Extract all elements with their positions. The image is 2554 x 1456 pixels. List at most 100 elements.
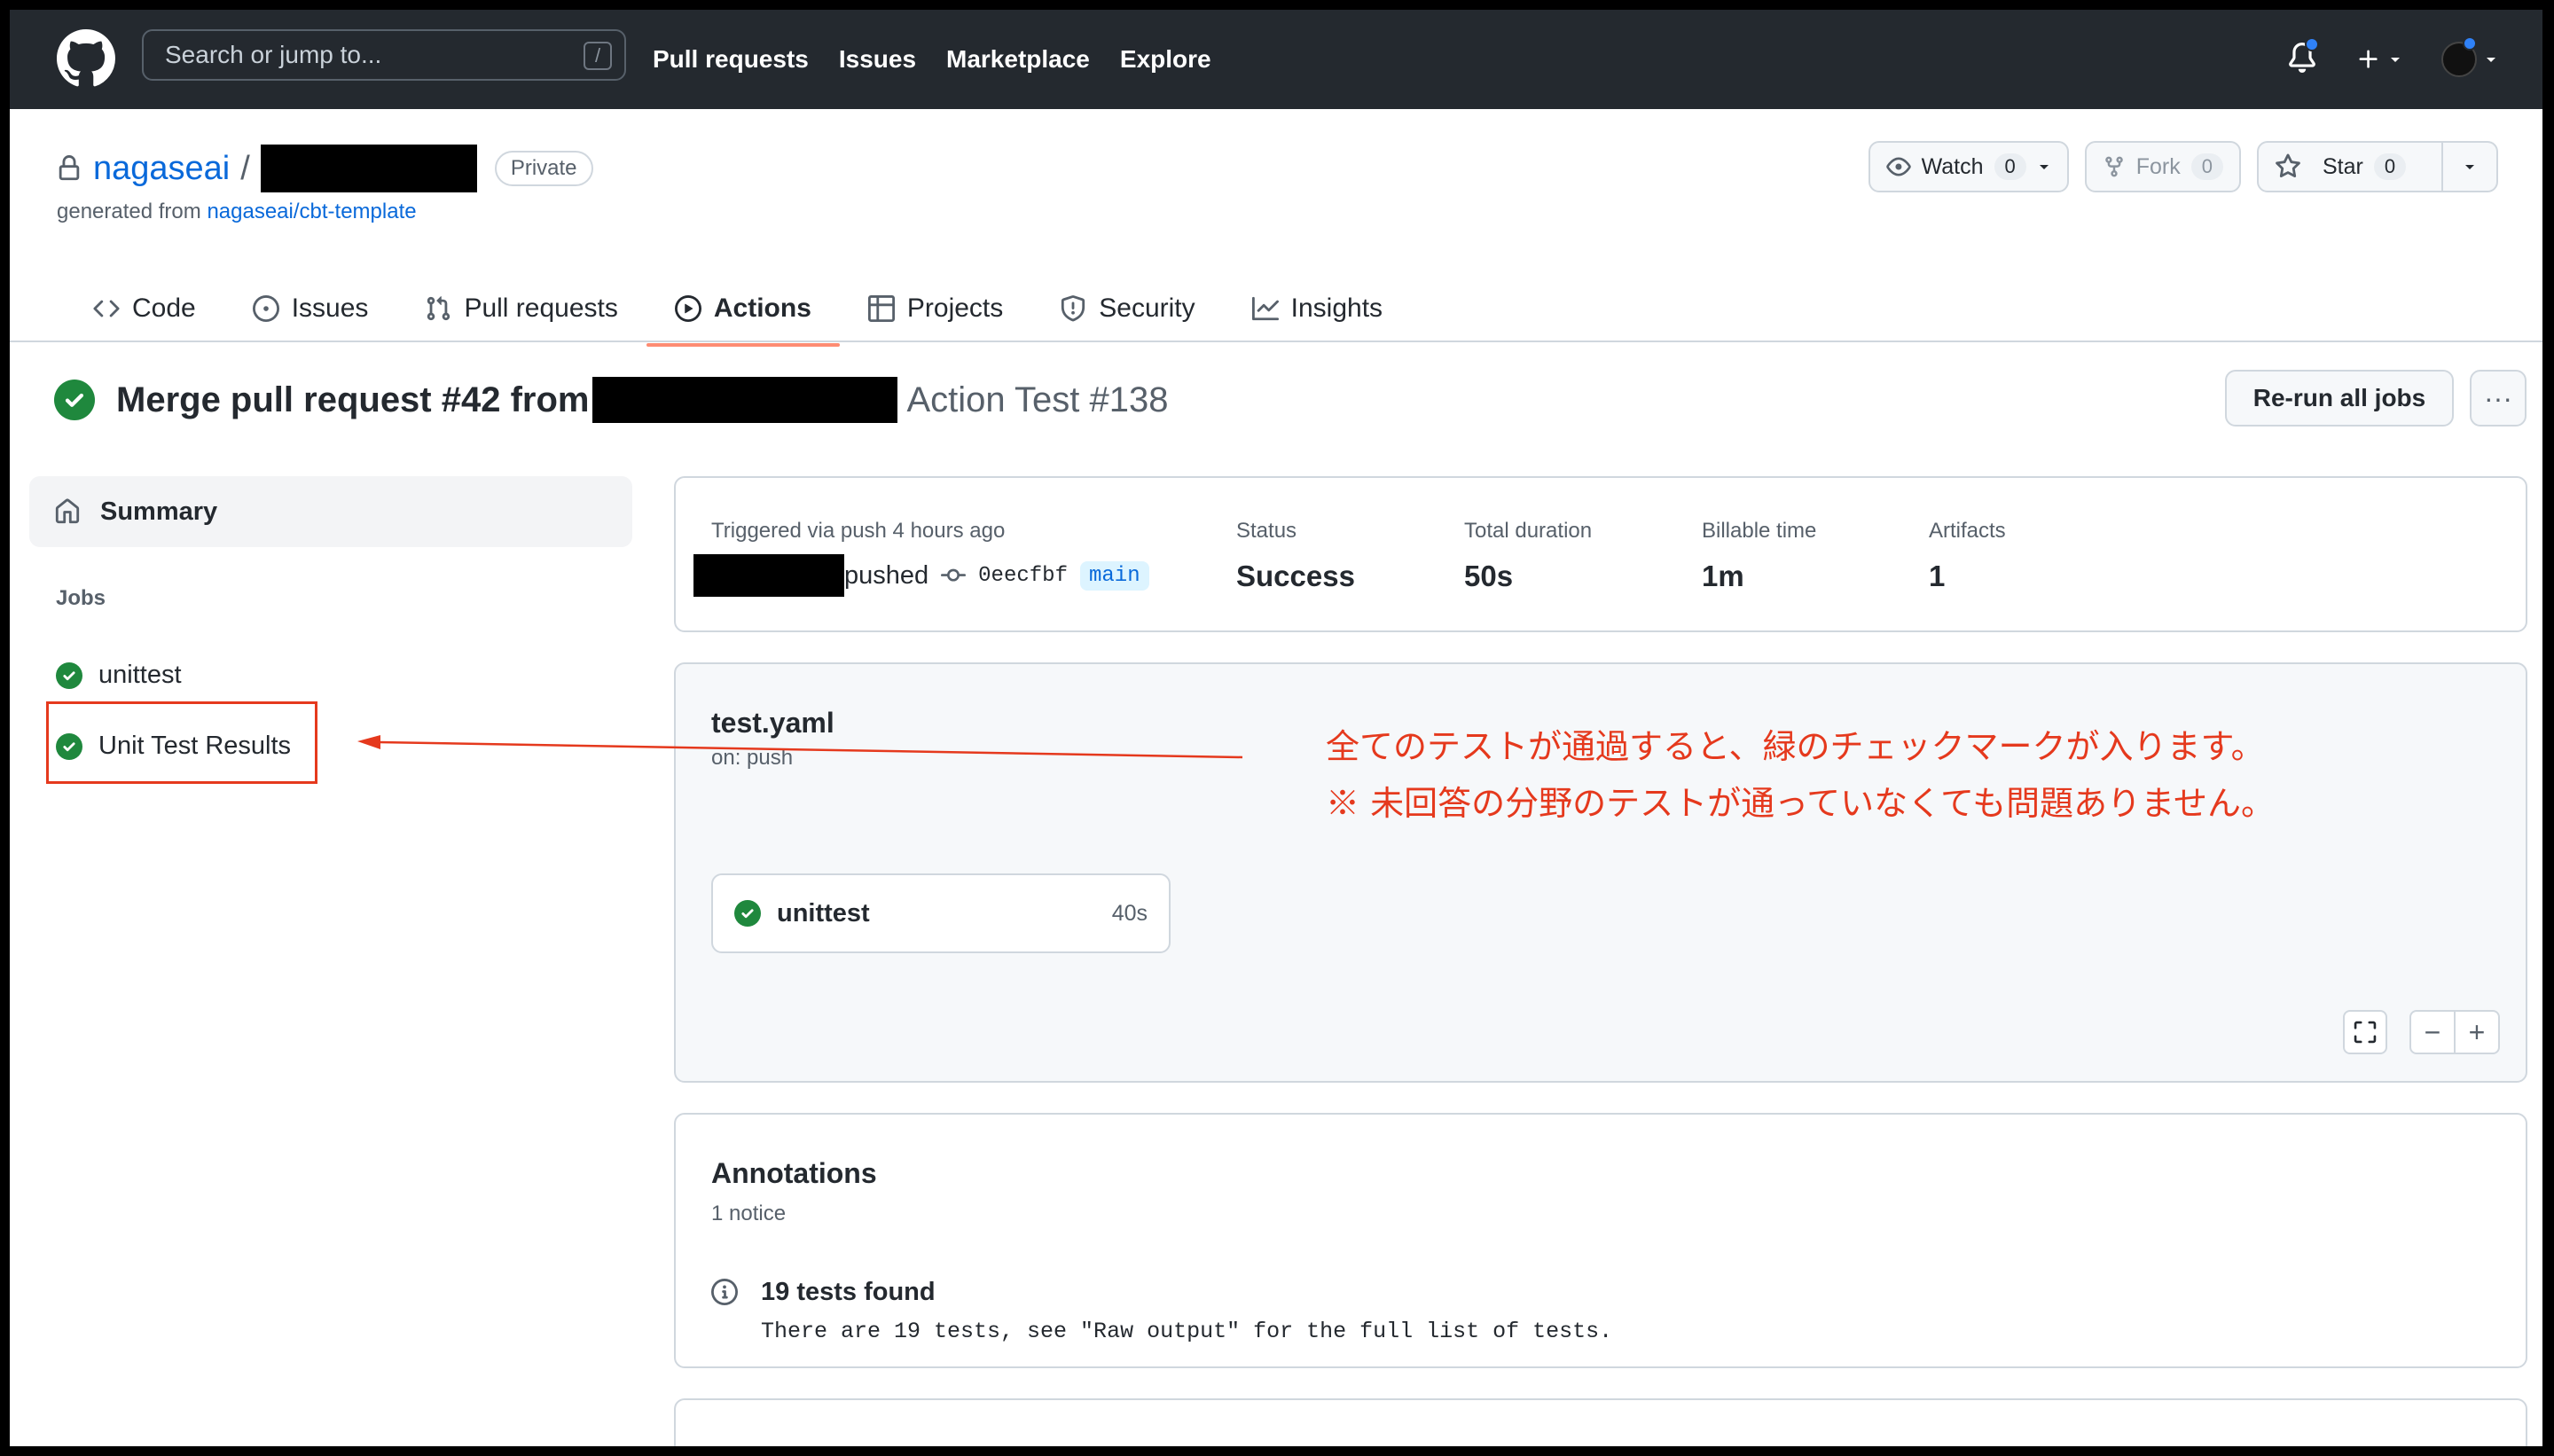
tab-pull-requests-label: Pull requests bbox=[464, 294, 618, 323]
status-field: Status Success bbox=[1236, 519, 1355, 593]
run-title-text: Merge pull request #42 from bbox=[116, 380, 590, 419]
next-panel-partial bbox=[674, 1398, 2527, 1446]
generated-from: generated from nagaseai/cbt-template bbox=[57, 200, 417, 224]
notifications-bell-icon[interactable] bbox=[2287, 36, 2319, 77]
fullscreen-button[interactable] bbox=[2343, 1010, 2387, 1054]
star-button-group: Star 0 bbox=[2257, 141, 2498, 192]
avatar-status-dot bbox=[2463, 36, 2477, 51]
tab-issues[interactable]: Issues bbox=[224, 281, 397, 336]
tab-insights[interactable]: Insights bbox=[1224, 281, 1411, 336]
fork-button[interactable]: Fork 0 bbox=[2084, 141, 2241, 192]
search-shortcut-key: / bbox=[584, 42, 612, 70]
tab-pull-requests[interactable]: Pull requests bbox=[396, 281, 646, 336]
annotation-note-line-2: ※ 未回答の分野のテストが通っていなくても問題ありません。 bbox=[1326, 784, 2276, 823]
zoom-out-button[interactable]: − bbox=[2409, 1010, 2456, 1054]
more-options-kebab-icon[interactable]: ··· bbox=[2470, 370, 2527, 427]
redacted-username bbox=[693, 554, 844, 597]
job-card-duration: 40s bbox=[1111, 900, 1148, 926]
repo-forked-icon bbox=[2105, 156, 2123, 177]
star-count: 0 bbox=[2373, 153, 2407, 180]
run-title: Merge pull request #42 from Action Test … bbox=[54, 377, 1169, 423]
workflow-job-card-unittest[interactable]: unittest 40s bbox=[711, 873, 1171, 953]
global-header: Search or jump to... / Pull requests Iss… bbox=[10, 10, 2542, 109]
redacted-repo-name bbox=[260, 145, 477, 192]
star-list-dropdown[interactable] bbox=[2443, 141, 2498, 192]
workflow-trigger: on: push bbox=[711, 746, 794, 770]
shield-icon bbox=[1062, 295, 1085, 322]
push-info: pushed 0eecfbf main bbox=[693, 554, 1149, 597]
redacted-branch-name bbox=[592, 377, 898, 423]
tab-issues-label: Issues bbox=[291, 294, 369, 323]
generated-from-label: generated from bbox=[57, 200, 208, 223]
tab-insights-label: Insights bbox=[1290, 294, 1383, 323]
play-icon bbox=[674, 295, 701, 322]
billable-label: Billable time bbox=[1702, 519, 1817, 543]
annotations-panel: Annotations 1 notice 19 tests found Ther… bbox=[674, 1113, 2527, 1368]
top-nav: Pull requests Issues Marketplace Explore bbox=[653, 10, 1211, 109]
annotation-title[interactable]: 19 tests found bbox=[761, 1278, 936, 1307]
sidebar-job-unittest[interactable]: unittest bbox=[56, 661, 182, 690]
star-icon bbox=[2276, 153, 2300, 178]
header-actions bbox=[2287, 10, 2498, 109]
template-repo-link[interactable]: nagaseai/cbt-template bbox=[207, 200, 416, 223]
caret-down-icon bbox=[2465, 165, 2474, 169]
caret-down-icon bbox=[2039, 165, 2049, 169]
tab-code[interactable]: Code bbox=[81, 281, 224, 336]
repo-tabs: Code Issues Pull requests Actions Projec… bbox=[81, 281, 1411, 348]
tab-actions[interactable]: Actions bbox=[646, 281, 840, 347]
status-value: Success bbox=[1236, 560, 1355, 592]
billable-value: 1m bbox=[1702, 560, 1744, 592]
fork-count: 0 bbox=[2190, 153, 2223, 180]
tab-code-label: Code bbox=[132, 294, 196, 323]
annotations-heading: Annotations bbox=[711, 1157, 877, 1189]
tabs-divider bbox=[10, 341, 2542, 342]
issue-opened-icon bbox=[252, 295, 279, 322]
caret-down-icon bbox=[2487, 58, 2495, 62]
check-circle-fill-icon bbox=[56, 661, 82, 689]
fork-label: Fork bbox=[2135, 153, 2181, 179]
run-workflow-name: Action Test #138 bbox=[906, 380, 1169, 419]
duration-value: 50s bbox=[1464, 560, 1514, 592]
annotation-text: There are 19 tests, see "Raw output" for… bbox=[761, 1319, 1613, 1344]
star-button[interactable]: Star 0 bbox=[2257, 141, 2443, 192]
browser-frame: Search or jump to... / Pull requests Iss… bbox=[10, 10, 2542, 1446]
tab-actions-label: Actions bbox=[713, 294, 811, 323]
commit-sha-link[interactable]: 0eecfbf bbox=[978, 564, 1068, 588]
repo-title: nagaseai / Private bbox=[56, 145, 593, 192]
git-pull-request-icon bbox=[427, 296, 450, 321]
graph-icon bbox=[1251, 296, 1279, 321]
screen-full-icon bbox=[2354, 1021, 2377, 1044]
zoom-in-button[interactable]: + bbox=[2454, 1010, 2500, 1054]
sidebar-item-summary[interactable]: Summary bbox=[29, 476, 632, 547]
check-circle-fill-icon bbox=[54, 380, 95, 420]
artifacts-label: Artifacts bbox=[1929, 519, 2006, 543]
nav-explore[interactable]: Explore bbox=[1120, 45, 1211, 74]
home-icon bbox=[55, 498, 80, 524]
caret-down-icon bbox=[2391, 58, 2400, 62]
repo-owner-link[interactable]: nagaseai bbox=[93, 150, 230, 188]
star-label: Star bbox=[2323, 153, 2363, 179]
job-card-name: unittest bbox=[777, 898, 870, 928]
nav-marketplace[interactable]: Marketplace bbox=[946, 45, 1090, 74]
status-label: Status bbox=[1236, 519, 1297, 543]
repo-action-buttons: Watch 0 Fork 0 Star 0 bbox=[1868, 141, 2498, 192]
nav-issues[interactable]: Issues bbox=[839, 45, 916, 74]
nav-pull-requests[interactable]: Pull requests bbox=[653, 45, 809, 74]
trigger-text: Triggered via push 4 hours ago bbox=[711, 519, 1006, 543]
tab-projects[interactable]: Projects bbox=[840, 281, 1031, 336]
search-input[interactable]: Search or jump to... / bbox=[142, 29, 626, 81]
watch-count: 0 bbox=[1994, 153, 2026, 180]
artifacts-field[interactable]: Artifacts 1 bbox=[1929, 519, 2006, 593]
duration-field: Total duration 50s bbox=[1464, 519, 1592, 593]
github-logo-icon[interactable] bbox=[57, 29, 115, 88]
branch-label[interactable]: main bbox=[1079, 560, 1149, 591]
user-avatar-menu[interactable] bbox=[2441, 36, 2498, 77]
tab-security-label: Security bbox=[1099, 294, 1195, 323]
duration-label: Total duration bbox=[1464, 519, 1593, 543]
tab-security[interactable]: Security bbox=[1031, 281, 1223, 336]
rerun-all-jobs-button[interactable]: Re-run all jobs bbox=[2225, 370, 2454, 427]
create-new-plus-icon[interactable] bbox=[2356, 47, 2402, 72]
watch-button[interactable]: Watch 0 bbox=[1868, 141, 2069, 192]
check-circle-fill-icon bbox=[734, 900, 761, 927]
repo-separator: / bbox=[240, 149, 250, 187]
